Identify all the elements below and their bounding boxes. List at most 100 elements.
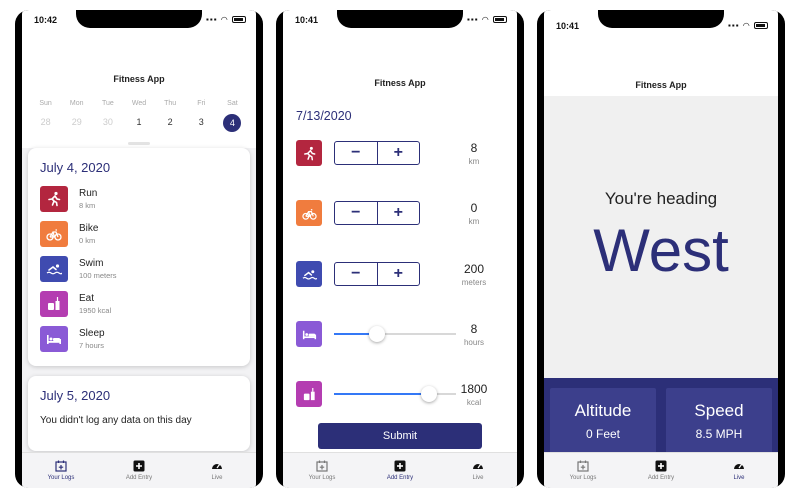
speed-label: Speed [694, 401, 744, 420]
entry-value: 0 km [79, 235, 96, 245]
log-entry-run: Run 8 km [40, 181, 250, 216]
log-entry-sleep: Sleep 7 hours [40, 321, 250, 356]
entry-value: 0 km [444, 201, 504, 226]
value-unit: kcal [466, 397, 482, 407]
card-date: July 4, 2020 [40, 160, 111, 175]
entry-value: 8 km [444, 141, 504, 166]
slider[interactable] [334, 386, 456, 402]
entry-value: 8 hours [444, 322, 504, 347]
tab-add-entry[interactable]: Add Entry [100, 453, 178, 488]
battery-icon [493, 16, 507, 24]
decrement-button[interactable]: − [335, 263, 377, 285]
tab-live[interactable]: Live [178, 453, 256, 488]
stepper[interactable]: − + [334, 201, 420, 225]
swim-icon [40, 255, 68, 282]
value-number: 8 [470, 140, 478, 155]
day-name: Wed [131, 100, 147, 107]
tab-label: Add Entry [647, 475, 675, 481]
day-fri[interactable]: Fri 3 [186, 100, 217, 132]
value-number: 200 [463, 261, 485, 276]
increment-button[interactable]: + [376, 142, 420, 164]
value-unit: hours [463, 337, 484, 347]
slider[interactable] [334, 326, 456, 342]
decrement-button[interactable]: − [335, 202, 377, 224]
value-number: 8 [470, 321, 478, 336]
decrement-button[interactable]: − [335, 142, 377, 164]
slider-thumb[interactable] [421, 386, 438, 402]
day-card-empty: July 5, 2020 You didn't log any data on … [28, 376, 250, 451]
day-sat[interactable]: Sat 4 [217, 100, 248, 132]
wifi-icon: ◠ [481, 15, 490, 24]
entry-title: Swim [79, 257, 104, 269]
screen-live: 10:41 ▪▪▪ ◠ Fitness App You're heading W… [544, 10, 778, 488]
day-tue[interactable]: Tue 30 [92, 100, 123, 132]
log-entry-eat: Eat 1950 kcal [40, 286, 250, 321]
calendar-plus-icon [55, 460, 67, 472]
entry-row-bike: − +0 km [296, 198, 504, 228]
swim-icon [296, 261, 322, 287]
tab-live[interactable]: Live [700, 453, 778, 488]
day-name: Sun [39, 100, 52, 107]
day-name: Thu [164, 100, 177, 107]
screen-add-entry: 10:41 ▪▪▪ ◠ Fitness App 7/13/2020 − +8 km −… [283, 10, 517, 488]
entry-value: 7 hours [79, 340, 105, 350]
log-list: July 4, 2020 Run 8 km Bike 0 km Swim 100 mete… [22, 148, 256, 452]
tab-bar: Your Logs Add Entry Live [22, 452, 256, 488]
entry-title: Run [79, 187, 98, 199]
card-date: July 5, 2020 [40, 388, 111, 403]
entry-value: 1950 kcal [79, 305, 112, 315]
altitude-value: 0 Feet [585, 427, 621, 441]
value-number: 0 [470, 200, 478, 215]
battery-icon [232, 16, 246, 24]
increment-button[interactable]: + [376, 263, 420, 285]
wifi-icon: ◠ [742, 21, 751, 30]
entry-row-eat: 1800 kcal [296, 379, 504, 409]
entry-date: 7/13/2020 [296, 109, 352, 123]
value-unit: km [468, 156, 480, 166]
submit-button[interactable]: Submit [318, 423, 482, 449]
entry-title: Sleep [79, 327, 105, 339]
tab-label: Add Entry [386, 475, 414, 481]
screen-your-logs: 10:42 ▪▪▪ ◠ Fitness App Sun 28 Mon 29 Tue 30 W… [22, 10, 256, 488]
notch [598, 10, 724, 28]
tab-your-logs[interactable]: Your Logs [283, 453, 361, 488]
sleep-icon [296, 321, 322, 347]
increment-button[interactable]: + [376, 202, 420, 224]
status-icons: ▪▪▪ ◠ [206, 15, 246, 24]
day-sun[interactable]: Sun 28 [30, 100, 61, 132]
day-mon[interactable]: Mon 29 [61, 100, 92, 132]
day-number: 29 [71, 117, 82, 127]
sleep-icon [40, 325, 68, 352]
plus-square-icon [394, 460, 406, 472]
tab-label: Your Logs [569, 475, 597, 481]
status-icons: ▪▪▪ ◠ [728, 21, 768, 30]
tab-label: Your Logs [308, 475, 336, 481]
entry-row-sleep: 8 hours [296, 319, 504, 349]
signal-icon: ▪▪▪ [467, 15, 479, 24]
phone-add-entry: 10:41 ▪▪▪ ◠ Fitness App 7/13/2020 − +8 km −… [276, 10, 524, 488]
tab-your-logs[interactable]: Your Logs [544, 453, 622, 488]
tab-add-entry[interactable]: Add Entry [622, 453, 700, 488]
tab-add-entry[interactable]: Add Entry [361, 453, 439, 488]
slider-thumb[interactable] [368, 326, 385, 342]
speedometer-icon [734, 464, 744, 469]
entry-title: Bike [79, 222, 99, 234]
signal-icon: ▪▪▪ [206, 15, 218, 24]
day-name: Sat [227, 100, 238, 107]
day-thu[interactable]: Thu 2 [155, 100, 186, 132]
stepper[interactable]: − + [334, 262, 420, 286]
tab-your-logs[interactable]: Your Logs [22, 453, 100, 488]
drag-handle[interactable] [128, 142, 150, 145]
day-number: 30 [102, 117, 113, 127]
heading-direction: West [593, 217, 729, 284]
log-entry-swim: Swim 100 meters [40, 251, 250, 286]
phone-live: 10:41 ▪▪▪ ◠ Fitness App You're heading W… [537, 10, 785, 488]
day-name: Mon [69, 100, 84, 107]
stepper[interactable]: − + [334, 141, 420, 165]
tab-label: Your Logs [47, 475, 75, 481]
entry-value: 8 km [79, 200, 96, 210]
tab-live[interactable]: Live [439, 453, 517, 488]
day-wed[interactable]: Wed 1 [123, 100, 154, 132]
plus-square-icon [655, 460, 667, 472]
status-time: 10:41 [295, 15, 319, 25]
